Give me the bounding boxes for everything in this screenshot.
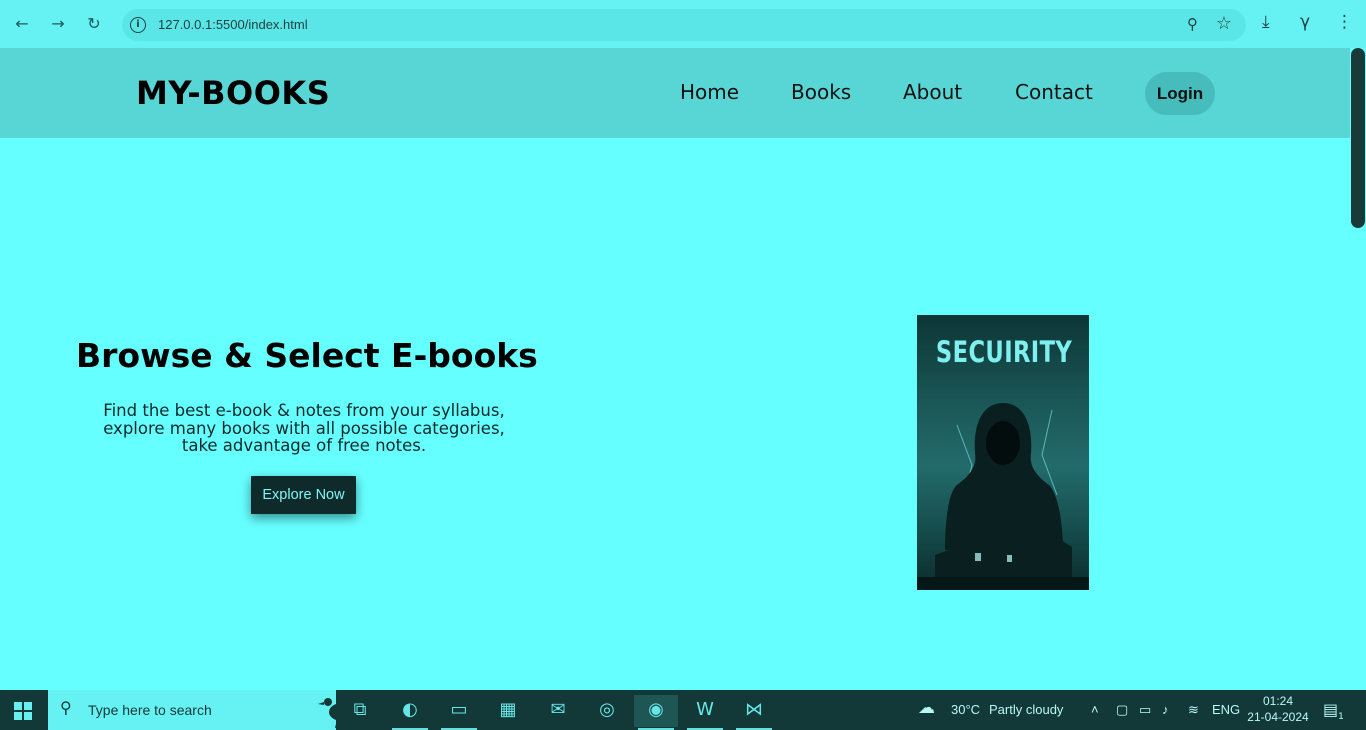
book-cover-image: SECUIRITY [917,315,1089,590]
store-icon[interactable]: ▦ [486,695,530,727]
hero-description: Find the best e-book & notes from your s… [103,401,505,455]
address-bar[interactable]: i 127.0.0.1:5500/index.html ⚲ ☆ [122,9,1246,41]
download-icon[interactable]: ⤓ [1262,12,1270,32]
taskbar-search[interactable]: ⚲ Type here to search [48,690,355,730]
search-placeholder: Type here to search [88,702,212,718]
weather-temp[interactable]: 30°C [951,702,980,717]
chrome-icon[interactable]: ◉ [634,695,678,730]
reload-icon[interactable]: ↻ [84,14,104,34]
edge-browser-icon[interactable]: ◐ [388,695,432,730]
extension-icon[interactable]: γ [1300,12,1310,32]
weather-icon[interactable]: ☁ [918,698,935,718]
zoom-icon[interactable]: ⚲ [1187,15,1198,33]
nav-about[interactable]: About [903,80,962,104]
notification-icon[interactable]: ▤1 [1323,700,1344,722]
clock-date: 21-04-2024 [1247,710,1309,724]
site-logo[interactable]: MY-BOOKS [136,74,330,112]
hooded-figure-illustration [917,403,1089,590]
nav-contact[interactable]: Contact [1015,80,1093,104]
forward-icon[interactable]: → [48,14,68,34]
file-explorer-icon[interactable]: ▭ [437,695,481,730]
chevron-up-icon[interactable]: ˄ [1091,702,1099,717]
browser-toolbar: ← → ↻ i 127.0.0.1:5500/index.html ⚲ ☆ ⤓ … [0,0,1366,48]
clock[interactable]: 01:24 21-04-2024 [1243,693,1313,725]
search-icon: ⚲ [60,698,72,717]
bookmark-star-icon[interactable]: ☆ [1216,13,1232,34]
site-info-icon[interactable]: i [130,17,146,33]
wifi-icon[interactable]: ≋ [1188,702,1199,718]
firefox-icon[interactable]: ◎ [585,695,629,727]
back-icon[interactable]: ← [12,14,32,34]
word-icon[interactable]: W [683,695,727,730]
nav-books[interactable]: Books [791,80,851,104]
browser-menu-icon[interactable]: ⋮ [1336,12,1353,32]
login-button[interactable]: Login [1145,72,1215,115]
clock-time: 01:24 [1262,694,1294,708]
os-taskbar: ⚲ Type here to search ⧉ ◐ ▭ ▦ ✉ ◎ ◉ W ⋈ … [0,690,1366,730]
vscode-icon[interactable]: ⋈ [732,695,776,730]
mail-icon[interactable]: ✉ [536,695,580,727]
windows-start-icon[interactable] [14,702,32,720]
notification-count: 1 [1338,712,1344,723]
nav-home[interactable]: Home [680,80,739,104]
meet-icon[interactable]: ▢ [1116,702,1128,718]
url-text[interactable]: 127.0.0.1:5500/index.html [158,17,308,32]
weather-text[interactable]: Partly cloudy [989,702,1063,717]
language-indicator[interactable]: ENG [1212,702,1240,717]
volume-icon[interactable]: ♪ [1162,702,1169,717]
site-header: MY-BOOKS Home Books About Contact Login [0,48,1350,138]
task-view-icon[interactable]: ⧉ [338,695,382,727]
hero-title: Browse & Select E-books [76,336,538,375]
battery-icon[interactable]: ▭ [1139,702,1151,718]
explore-now-button[interactable]: Explore Now [251,476,356,514]
page-scrollbar-thumb[interactable] [1351,48,1365,228]
